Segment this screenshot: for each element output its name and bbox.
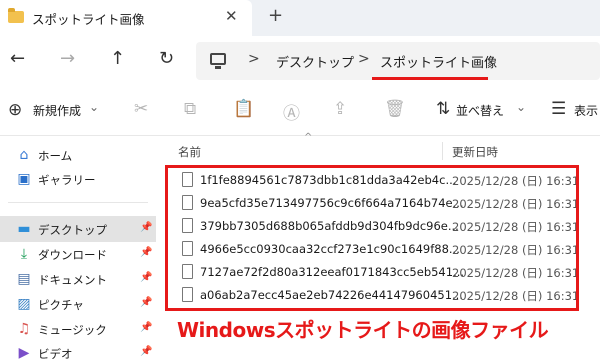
navigation-pane: ⌂ ホーム ▣ ギャラリー ▬ デスクトップ 📌 ⤓ ダウンロード 📌 ▤ ドキ… bbox=[0, 136, 158, 364]
pin-icon[interactable]: 📌 bbox=[140, 322, 152, 333]
sidebar-item-label: ピクチャ bbox=[38, 298, 84, 312]
breadcrumb-desktop[interactable]: デスクトップ bbox=[276, 52, 354, 71]
chevron-down-icon[interactable]: ⌄ bbox=[516, 100, 526, 114]
column-separator[interactable] bbox=[442, 142, 443, 160]
view-button[interactable]: 表示 bbox=[574, 102, 598, 119]
breadcrumb-spotlight-images[interactable]: スポットライト画像 bbox=[380, 52, 497, 71]
tab-title: スポットライト画像 bbox=[32, 12, 145, 27]
video-icon: ▶ bbox=[18, 345, 30, 361]
sidebar-item-label: ミュージック bbox=[38, 323, 107, 337]
sidebar-item-videos[interactable]: ▶ ビデオ 📌 bbox=[0, 340, 156, 364]
sidebar-item-label: デスクトップ bbox=[38, 223, 107, 237]
sort-ascending-icon: ^ bbox=[304, 132, 313, 143]
column-header-name[interactable]: 名前 bbox=[178, 144, 201, 160]
plus-circle-icon[interactable]: ⊕ bbox=[8, 100, 22, 120]
pin-icon[interactable]: 📌 bbox=[140, 346, 152, 357]
back-icon[interactable]: ← bbox=[10, 48, 25, 69]
desktop-icon: ▬ bbox=[17, 221, 31, 237]
sidebar-item-music[interactable]: ♫ ミュージック 📌 bbox=[0, 316, 156, 342]
download-icon: ⤓ bbox=[20, 246, 28, 262]
new-button[interactable]: 新規作成 bbox=[33, 102, 81, 119]
computer-icon[interactable] bbox=[210, 53, 226, 69]
sidebar-item-downloads[interactable]: ⤓ ダウンロード 📌 bbox=[0, 241, 156, 267]
chevron-right-icon[interactable]: > bbox=[248, 51, 260, 67]
annotation-caption: Windowsスポットライトの画像ファイル bbox=[177, 318, 549, 342]
view-icon[interactable]: ☰ bbox=[551, 99, 566, 119]
pin-icon[interactable]: 📌 bbox=[140, 247, 152, 258]
sidebar-divider bbox=[8, 202, 148, 203]
pictures-icon: ▨ bbox=[17, 296, 31, 312]
pin-icon[interactable]: 📌 bbox=[140, 297, 152, 308]
close-icon[interactable]: ✕ bbox=[225, 7, 238, 25]
chevron-down-icon[interactable]: ⌄ bbox=[89, 100, 99, 114]
paste-icon[interactable]: 📋 bbox=[233, 99, 254, 119]
music-icon: ♫ bbox=[17, 321, 31, 337]
sidebar-item-desktop[interactable]: ▬ デスクトップ 📌 bbox=[0, 216, 156, 242]
sort-icon[interactable]: ⇅ bbox=[436, 99, 450, 119]
sidebar-item-label: ビデオ bbox=[38, 347, 73, 361]
sidebar-item-label: ホーム bbox=[38, 149, 73, 163]
gallery-icon: ▣ bbox=[17, 171, 31, 187]
refresh-icon[interactable]: ↻ bbox=[159, 48, 174, 69]
document-icon: ▤ bbox=[17, 271, 31, 287]
forward-icon[interactable]: → bbox=[60, 48, 75, 69]
pin-icon[interactable]: 📌 bbox=[140, 272, 152, 283]
sidebar-item-label: ギャラリー bbox=[38, 173, 96, 187]
tab-bar: スポットライト画像 ✕ + bbox=[0, 0, 600, 36]
sort-button[interactable]: 並べ替え bbox=[456, 102, 504, 119]
up-icon[interactable]: ↑ bbox=[110, 48, 125, 69]
sidebar-item-documents[interactable]: ▤ ドキュメント 📌 bbox=[0, 266, 156, 292]
annotation-highlight-box bbox=[165, 165, 579, 311]
chevron-right-icon[interactable]: > bbox=[358, 51, 370, 67]
sidebar-item-home[interactable]: ⌂ ホーム bbox=[0, 142, 156, 168]
navigation-bar: ← → ↑ ↻ > デスクトップ > スポットライト画像 bbox=[0, 36, 600, 86]
address-bar[interactable]: > デスクトップ > スポットライト画像 bbox=[196, 42, 600, 80]
sidebar-item-label: ドキュメント bbox=[38, 273, 107, 287]
column-header-date[interactable]: 更新日時 bbox=[452, 144, 498, 160]
new-tab-button[interactable]: + bbox=[268, 5, 283, 26]
delete-icon[interactable]: 🗑 bbox=[384, 99, 406, 119]
share-icon[interactable]: ⇪ bbox=[333, 99, 347, 119]
sidebar-item-label: ダウンロード bbox=[38, 248, 107, 262]
sidebar-item-pictures[interactable]: ▨ ピクチャ 📌 bbox=[0, 291, 156, 317]
tab-spotlight-images[interactable]: スポットライト画像 ✕ bbox=[0, 0, 252, 36]
cut-icon[interactable]: ✂ bbox=[134, 99, 148, 119]
command-bar: ⊕ 新規作成 ⌄ ✂ ⧉ 📋 Ⓐ ⇪ 🗑 ⇅ 並べ替え ⌄ ☰ 表示 bbox=[0, 86, 600, 136]
copy-icon[interactable]: ⧉ bbox=[184, 99, 196, 119]
annotation-underline bbox=[372, 77, 488, 80]
pin-icon[interactable]: 📌 bbox=[140, 222, 152, 233]
home-icon: ⌂ bbox=[19, 147, 29, 163]
sidebar-item-gallery[interactable]: ▣ ギャラリー bbox=[0, 166, 156, 192]
folder-icon bbox=[8, 8, 24, 23]
rename-icon[interactable]: Ⓐ bbox=[283, 99, 300, 124]
